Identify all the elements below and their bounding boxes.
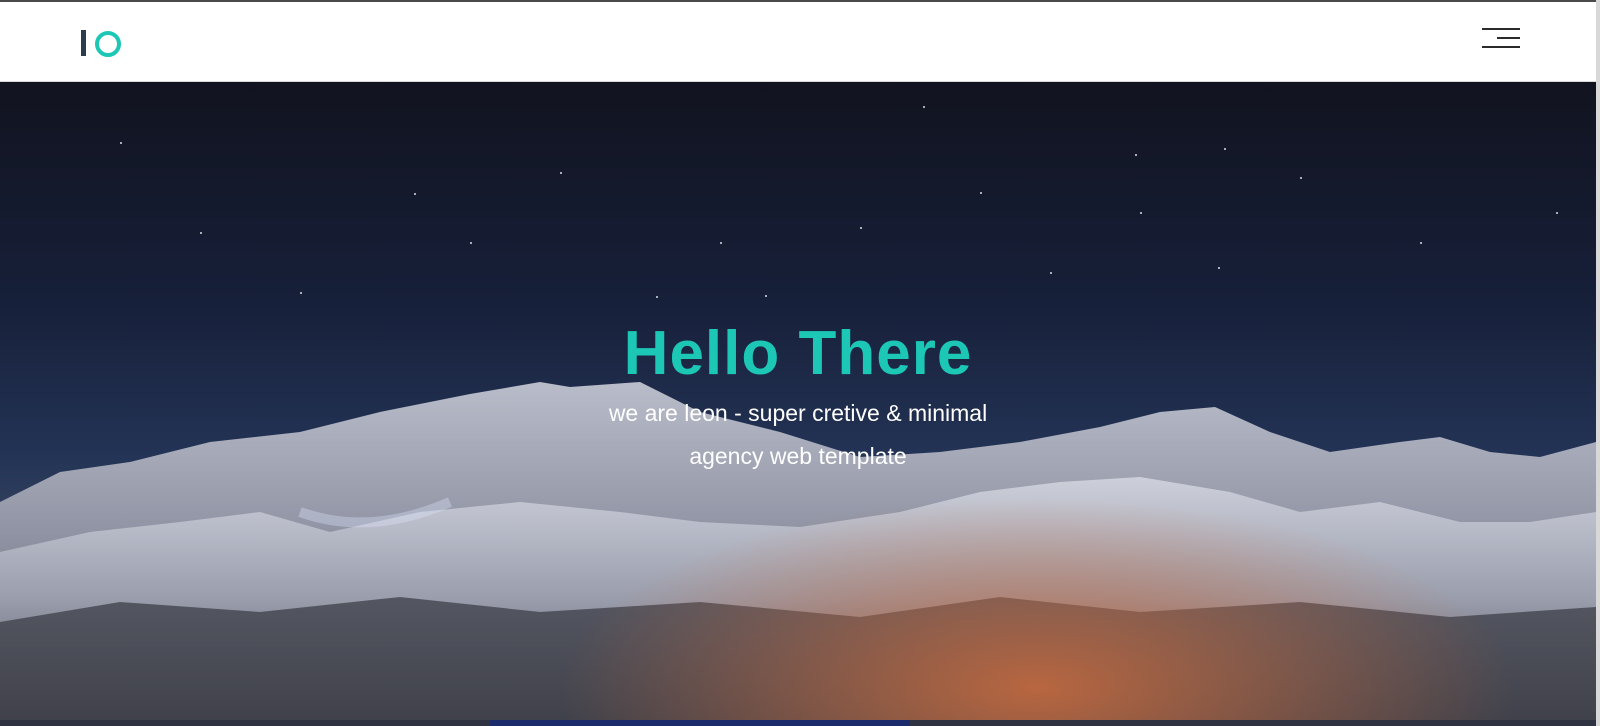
menu-line-icon	[1482, 46, 1520, 48]
bottom-section-edge	[0, 720, 1600, 726]
hero-section: Hello There we are leon - super cretive …	[0, 82, 1596, 720]
page-scrollbar[interactable]	[1596, 0, 1600, 726]
menu-line-icon	[1482, 28, 1520, 30]
site-logo[interactable]	[81, 28, 125, 58]
hero-subtitle-line-2: agency web template	[689, 443, 907, 469]
hamburger-menu-button[interactable]	[1480, 25, 1520, 53]
menu-line-icon	[1497, 37, 1520, 39]
hero-title: Hello There	[623, 319, 973, 388]
hero-subtitle-line-1: we are leon - super cretive & minimal	[608, 400, 988, 426]
logo-ring-icon	[95, 31, 121, 57]
hero-content: Hello There we are leon - super cretive …	[0, 82, 1596, 720]
logo-bar-icon	[81, 30, 86, 56]
hero-subtitle: we are leon - super cretive & minimal ag…	[560, 392, 1036, 478]
site-header	[0, 2, 1596, 82]
bottom-accent-strip	[490, 720, 910, 726]
